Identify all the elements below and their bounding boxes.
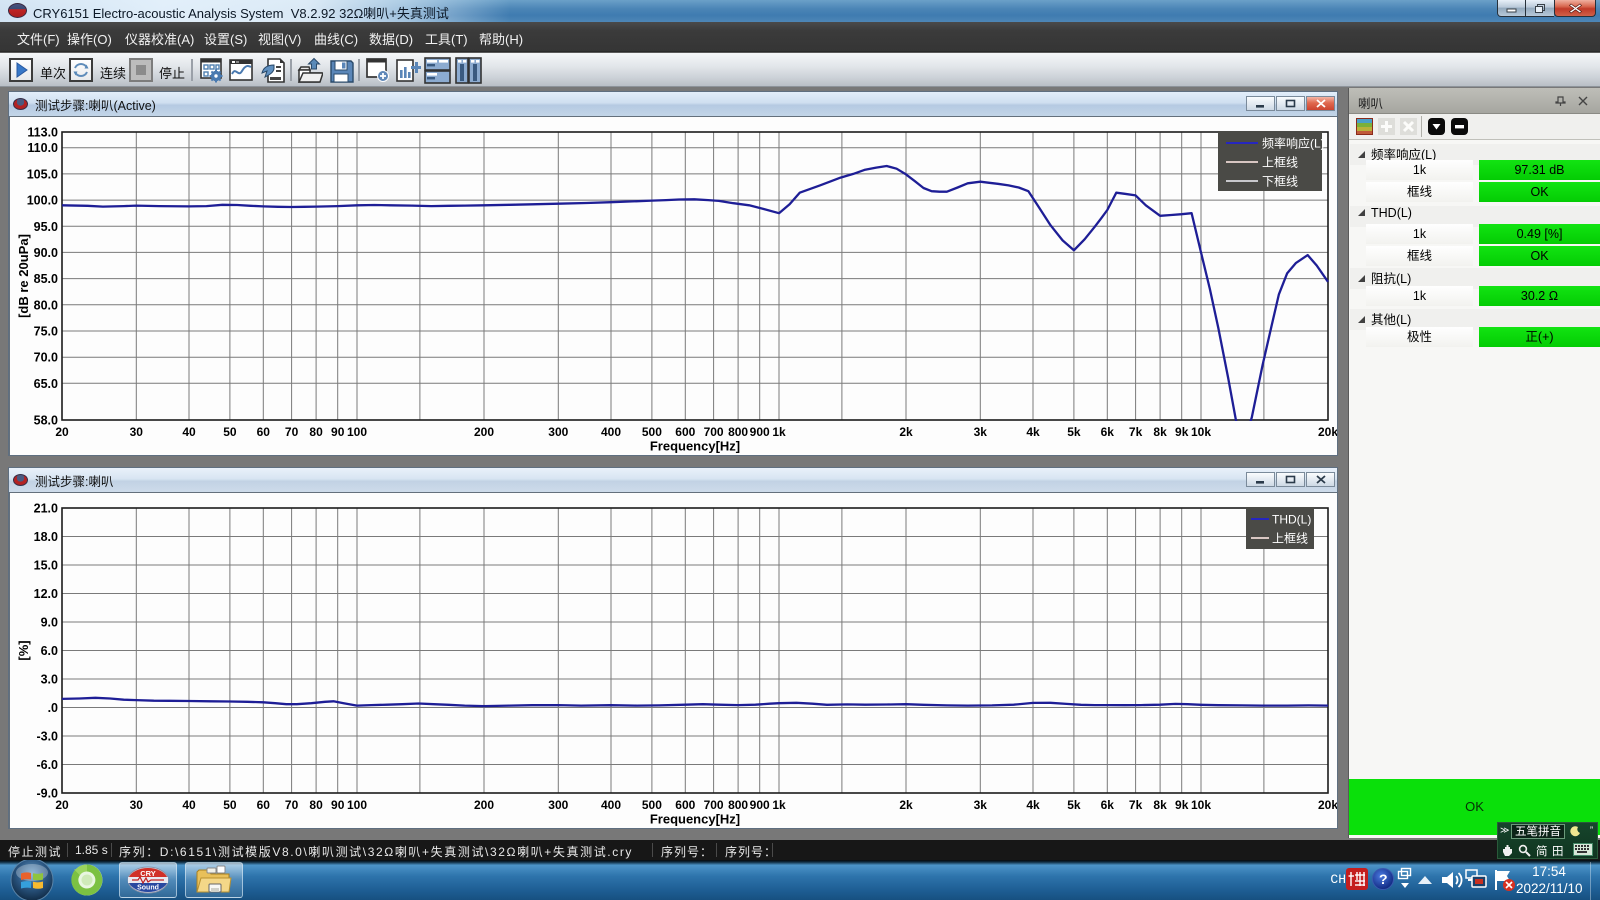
svg-text:100: 100 [347, 798, 367, 812]
svg-text:500: 500 [642, 798, 662, 812]
svg-text:Frequency[Hz]: Frequency[Hz] [650, 439, 740, 454]
svg-text:3k: 3k [974, 798, 988, 812]
svg-text:300: 300 [548, 425, 568, 439]
svg-text:10k: 10k [1191, 798, 1211, 812]
svg-text:85.0: 85.0 [34, 272, 58, 286]
svg-text:3.0: 3.0 [41, 673, 58, 687]
svg-text:5k: 5k [1067, 425, 1081, 439]
svg-text:50: 50 [223, 425, 237, 439]
svg-text:90.0: 90.0 [34, 246, 58, 260]
svg-text:9k: 9k [1175, 798, 1189, 812]
svg-text:-3.0: -3.0 [36, 730, 58, 744]
svg-text:2k: 2k [899, 798, 913, 812]
svg-text:6k: 6k [1101, 425, 1115, 439]
svg-text:8k: 8k [1153, 425, 1167, 439]
svg-text:上框线: 上框线 [1262, 156, 1298, 170]
svg-text:110.0: 110.0 [27, 141, 58, 155]
svg-text:THD(L): THD(L) [1272, 513, 1311, 527]
svg-text:105.0: 105.0 [27, 167, 58, 181]
svg-text:65.0: 65.0 [34, 377, 58, 391]
svg-text:9k: 9k [1175, 425, 1189, 439]
svg-text:200: 200 [474, 425, 494, 439]
svg-text:7k: 7k [1129, 798, 1143, 812]
svg-text:800: 800 [728, 425, 748, 439]
svg-text:3k: 3k [974, 425, 988, 439]
svg-text:18.0: 18.0 [34, 530, 58, 544]
svg-text:8k: 8k [1153, 798, 1167, 812]
svg-text:下框线: 下框线 [1262, 175, 1298, 189]
svg-text:90: 90 [331, 425, 345, 439]
svg-text:900: 900 [750, 425, 770, 439]
svg-text:70: 70 [285, 798, 299, 812]
svg-text:50: 50 [223, 798, 237, 812]
svg-text:700: 700 [704, 798, 724, 812]
svg-text:60: 60 [257, 425, 271, 439]
svg-text:10k: 10k [1191, 425, 1211, 439]
svg-text:12.0: 12.0 [34, 587, 58, 601]
svg-text:20: 20 [55, 425, 69, 439]
svg-text:40: 40 [182, 425, 196, 439]
svg-text:70.0: 70.0 [34, 351, 58, 365]
svg-text:上框线: 上框线 [1272, 532, 1308, 546]
svg-text:700: 700 [704, 425, 724, 439]
svg-text:100.0: 100.0 [27, 194, 58, 208]
svg-text:[dB re 20uPa]: [dB re 20uPa] [16, 234, 31, 318]
svg-text:40: 40 [182, 798, 196, 812]
svg-text:CRY: CRY [140, 869, 156, 878]
svg-text:5k: 5k [1067, 798, 1081, 812]
svg-text:90: 90 [331, 798, 345, 812]
svg-text:800: 800 [728, 798, 748, 812]
svg-text:频率响应(L): 频率响应(L) [1262, 136, 1325, 151]
svg-text:95.0: 95.0 [34, 220, 58, 234]
svg-text:1k: 1k [772, 798, 786, 812]
svg-text:Sound: Sound [137, 885, 159, 892]
svg-text:21.0: 21.0 [34, 502, 58, 516]
svg-text:[%]: [%] [16, 640, 31, 660]
svg-text:20k: 20k [1318, 425, 1337, 439]
svg-text:2k: 2k [899, 425, 913, 439]
svg-text:113.0: 113.0 [27, 126, 58, 140]
svg-text:6.0: 6.0 [41, 644, 58, 658]
svg-text:30: 30 [130, 425, 144, 439]
svg-text:1k: 1k [772, 425, 786, 439]
svg-text:.0: .0 [48, 701, 58, 715]
svg-text:20k: 20k [1318, 798, 1337, 812]
svg-text:80: 80 [309, 798, 323, 812]
svg-text:900: 900 [750, 798, 770, 812]
svg-text:7k: 7k [1129, 425, 1143, 439]
svg-text:80.0: 80.0 [34, 298, 58, 312]
svg-text:4k: 4k [1026, 425, 1040, 439]
svg-text:80: 80 [309, 425, 323, 439]
svg-text:400: 400 [601, 798, 621, 812]
svg-text:4k: 4k [1026, 798, 1040, 812]
svg-text:400: 400 [601, 425, 621, 439]
svg-text:60: 60 [257, 798, 271, 812]
svg-text:6k: 6k [1101, 798, 1115, 812]
svg-text:9.0: 9.0 [41, 616, 58, 630]
svg-text:20: 20 [55, 798, 69, 812]
svg-text:200: 200 [474, 798, 494, 812]
svg-text:300: 300 [548, 798, 568, 812]
svg-text:Frequency[Hz]: Frequency[Hz] [650, 812, 740, 827]
svg-text:600: 600 [675, 425, 695, 439]
svg-text:15.0: 15.0 [34, 559, 58, 573]
svg-text:70: 70 [285, 425, 299, 439]
svg-text:600: 600 [675, 798, 695, 812]
svg-text:-6.0: -6.0 [36, 758, 58, 772]
svg-text:30: 30 [130, 798, 144, 812]
svg-text:100: 100 [347, 425, 367, 439]
svg-text:75.0: 75.0 [34, 325, 58, 339]
svg-text:500: 500 [642, 425, 662, 439]
